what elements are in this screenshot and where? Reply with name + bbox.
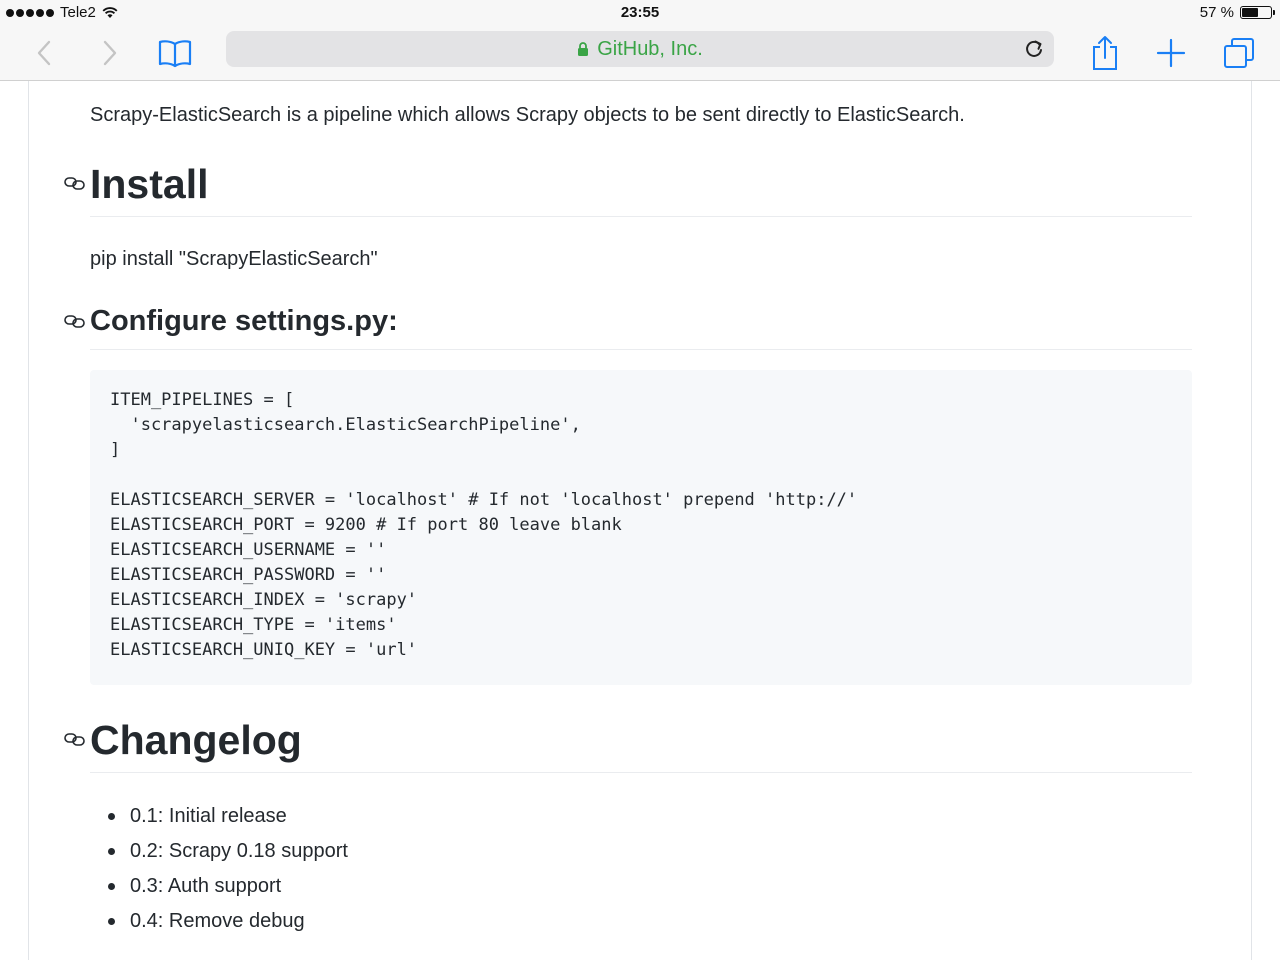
- share-button[interactable]: [1088, 26, 1122, 80]
- link-icon[interactable]: [64, 731, 86, 747]
- tabs-icon: [1224, 38, 1254, 68]
- forward-button[interactable]: [94, 26, 126, 80]
- code-line: ELASTICSEARCH_INDEX = 'scrapy': [110, 590, 418, 610]
- clock: 23:55: [620, 4, 660, 21]
- configure-heading-text: Configure settings.py:: [90, 305, 398, 337]
- code-line: ]: [110, 440, 121, 460]
- code-line: ITEM_PIPELINES = [: [110, 390, 295, 410]
- link-icon[interactable]: [64, 313, 86, 329]
- bookmarks-icon: [158, 40, 192, 68]
- code-line: ELASTICSEARCH_PASSWORD = '': [110, 565, 387, 585]
- bookmarks-button[interactable]: [155, 26, 195, 80]
- code-content: ITEM_PIPELINES = [ 'scrapyelasticsearch.…: [110, 388, 857, 663]
- install-heading-text: Install: [90, 161, 209, 207]
- intro-paragraph: Scrapy-ElasticSearch is a pipeline which…: [90, 104, 965, 126]
- code-line: 'scrapyelasticsearch.ElasticSearchPipeli…: [110, 415, 581, 435]
- code-line: ELASTICSEARCH_TYPE = 'items': [110, 615, 397, 635]
- browser-toolbar: GitHub, Inc.: [0, 26, 1280, 81]
- link-icon[interactable]: [64, 175, 86, 191]
- changelog-item: 0.1: Initial release: [90, 799, 348, 834]
- readme-container: Scrapy-ElasticSearch is a pipeline which…: [28, 81, 1252, 960]
- changelog-heading-text: Changelog: [90, 717, 302, 763]
- new-tab-icon: [1156, 38, 1186, 68]
- changelog-list: 0.1: Initial release 0.2: Scrapy 0.18 sup…: [90, 799, 348, 939]
- changelog-item: 0.4: Remove debug: [90, 904, 348, 939]
- address-bar[interactable]: GitHub, Inc.: [226, 31, 1054, 67]
- code-line: ELASTICSEARCH_UNIQ_KEY = 'url': [110, 640, 418, 660]
- tabs-button[interactable]: [1220, 26, 1258, 80]
- configure-heading: Configure settings.py:: [64, 303, 1192, 350]
- battery-icon: [1240, 6, 1275, 19]
- changelog-item: 0.3: Auth support: [90, 869, 348, 904]
- code-line: ELASTICSEARCH_PORT = 9200 # If port 80 l…: [110, 515, 622, 535]
- code-line: ELASTICSEARCH_USERNAME = '': [110, 540, 387, 560]
- lock-icon: [578, 41, 589, 56]
- install-command: pip install "ScrapyElasticSearch": [90, 248, 378, 270]
- changelog-item: 0.2: Scrapy 0.18 support: [90, 834, 348, 869]
- share-icon: [1093, 36, 1117, 70]
- url-text: GitHub, Inc.: [597, 37, 703, 60]
- code-block: ITEM_PIPELINES = [ 'scrapyelasticsearch.…: [90, 370, 1192, 685]
- battery-info: 57 %: [1199, 4, 1275, 21]
- back-icon: [37, 40, 51, 66]
- code-line: ELASTICSEARCH_SERVER = 'localhost' # If …: [110, 490, 858, 510]
- reload-icon: [1026, 40, 1042, 57]
- status-bar: Tele2 23:55 57 %: [0, 0, 1280, 26]
- new-tab-button[interactable]: [1154, 26, 1188, 80]
- install-heading: Install: [64, 159, 1192, 217]
- forward-icon: [103, 40, 117, 66]
- changelog-heading: Changelog: [64, 715, 1192, 773]
- battery-percentage: 57 %: [1199, 4, 1234, 21]
- back-button[interactable]: [28, 26, 60, 80]
- reload-button[interactable]: [1022, 37, 1046, 61]
